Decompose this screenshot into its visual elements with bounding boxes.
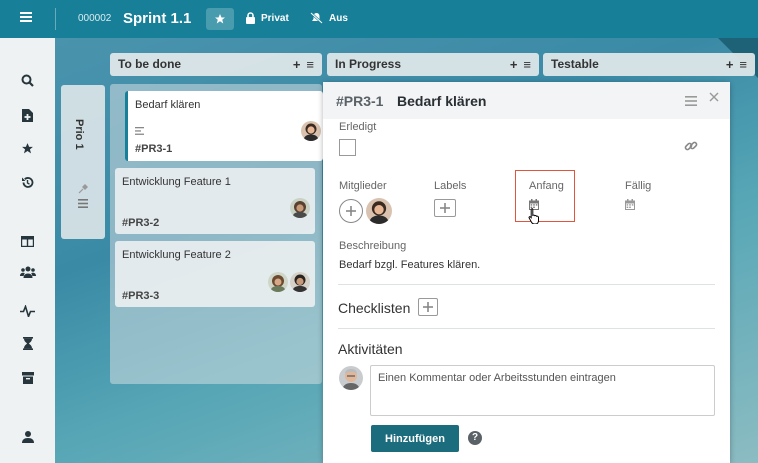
add-card-button[interactable]: + <box>293 57 301 72</box>
sidebar-item-favorites[interactable] <box>0 137 55 159</box>
done-checkbox[interactable] <box>339 139 356 156</box>
comment-input[interactable] <box>370 365 715 416</box>
due-date-label: Fällig <box>625 180 652 192</box>
avatar <box>301 121 321 141</box>
close-icon[interactable] <box>709 92 719 102</box>
activity-icon <box>20 305 35 317</box>
history-icon <box>21 176 34 189</box>
menu-icon[interactable] <box>685 96 697 106</box>
lane-header-testable[interactable]: Testable + ≡ <box>543 53 755 76</box>
card-title: Bedarf klären <box>135 99 201 111</box>
plus-icon <box>423 302 433 312</box>
privacy-toggle[interactable]: Privat <box>261 13 289 24</box>
done-label: Erledigt <box>339 121 377 133</box>
avatar <box>290 198 310 218</box>
bell-off-icon[interactable] <box>310 12 323 24</box>
help-icon[interactable]: ? <box>468 431 482 445</box>
plus-icon <box>346 206 356 216</box>
star-icon <box>214 13 226 25</box>
search-icon <box>21 74 34 87</box>
lane-menu-button[interactable]: ≡ <box>523 57 531 72</box>
pin-icon[interactable] <box>78 184 88 194</box>
lane-menu-button[interactable]: ≡ <box>739 57 747 72</box>
divider <box>338 284 715 285</box>
activities-heading: Aktivitäten <box>338 341 403 357</box>
card-pr3-1[interactable]: Bedarf klären #PR3-1 <box>125 91 323 161</box>
lane-header-to-be-done[interactable]: To be done + ≡ <box>110 53 322 76</box>
labels-label: Labels <box>434 180 467 192</box>
description-text[interactable]: Bedarf bzgl. Features klären. <box>339 259 480 271</box>
swimlane-prio-1[interactable]: Prio 1 <box>61 85 105 239</box>
sprint-id: 000002 <box>78 13 112 24</box>
lane-title: Testable <box>551 57 599 71</box>
sidebar-item-new[interactable] <box>0 104 55 126</box>
sidebar-item-profile[interactable] <box>0 426 55 448</box>
topbar-divider <box>55 8 56 30</box>
start-date-highlight <box>515 170 575 222</box>
sidebar-item-search[interactable] <box>0 69 55 91</box>
favorite-button[interactable] <box>206 8 234 30</box>
sidebar-item-team[interactable] <box>0 261 55 283</box>
card-title: Entwicklung Feature 2 <box>122 249 231 261</box>
calendar-icon[interactable] <box>625 199 635 210</box>
sidebar-item-archive[interactable] <box>0 367 55 389</box>
swimlane-label: Prio 1 <box>73 119 85 150</box>
menu-icon[interactable] <box>78 199 88 208</box>
detail-header: #PR3-1 Bedarf klären <box>323 82 730 119</box>
lane-title: To be done <box>118 57 182 71</box>
add-checklist-button[interactable] <box>418 298 438 316</box>
plus-icon <box>440 203 450 213</box>
avatar <box>290 272 310 292</box>
card-id: #PR3-3 <box>122 290 160 302</box>
star-icon <box>21 142 34 155</box>
card-id: #PR3-1 <box>135 143 173 155</box>
card-title: Entwicklung Feature 1 <box>122 176 231 188</box>
lock-icon[interactable] <box>245 12 256 24</box>
lane-title: In Progress <box>335 57 402 71</box>
new-document-icon <box>22 108 33 122</box>
detail-card-id: #PR3-1 <box>336 93 384 109</box>
lane-menu-button[interactable]: ≡ <box>306 57 314 72</box>
add-comment-button[interactable]: Hinzufügen <box>371 425 459 452</box>
sidebar-item-activity[interactable] <box>0 300 55 322</box>
sidebar-item-board[interactable] <box>0 230 55 252</box>
current-user-avatar <box>339 366 363 390</box>
members-label: Mitglieder <box>339 180 387 192</box>
description-icon <box>135 127 144 135</box>
top-bar: 000002 Sprint 1.1 Privat Aus <box>0 0 758 38</box>
avatar <box>268 272 288 292</box>
description-label: Beschreibung <box>339 240 407 252</box>
card-pr3-3[interactable]: Entwicklung Feature 2 #PR3-3 <box>115 241 315 307</box>
hourglass-icon <box>22 336 33 350</box>
add-member-button[interactable] <box>339 199 363 223</box>
checklists-heading: Checklisten <box>338 300 411 316</box>
archive-icon <box>21 372 34 384</box>
start-date-label: Anfang <box>529 180 564 192</box>
notifications-toggle[interactable]: Aus <box>329 13 348 24</box>
add-label-button[interactable] <box>434 199 456 217</box>
lane-header-in-progress[interactable]: In Progress + ≡ <box>327 53 539 76</box>
menu-icon[interactable] <box>20 11 32 23</box>
link-icon[interactable] <box>684 139 698 153</box>
divider <box>338 328 715 329</box>
pointer-cursor-icon <box>528 207 541 224</box>
sidebar-item-history[interactable] <box>0 171 55 193</box>
card-pr3-2[interactable]: Entwicklung Feature 1 #PR3-2 <box>115 168 315 234</box>
card-id: #PR3-2 <box>122 217 160 229</box>
member-avatar[interactable] <box>366 198 392 224</box>
detail-card-title[interactable]: Bedarf klären <box>397 93 486 109</box>
team-icon <box>19 266 36 278</box>
card-detail-panel: #PR3-1 Bedarf klären Erledigt Mitglieder… <box>323 82 730 463</box>
add-card-button[interactable]: + <box>726 57 734 72</box>
add-card-button[interactable]: + <box>510 57 518 72</box>
user-icon <box>21 431 34 443</box>
sidebar-item-time[interactable] <box>0 332 55 354</box>
sprint-title[interactable]: Sprint 1.1 <box>123 10 191 27</box>
sidebar <box>0 38 55 463</box>
board-icon <box>21 235 34 247</box>
